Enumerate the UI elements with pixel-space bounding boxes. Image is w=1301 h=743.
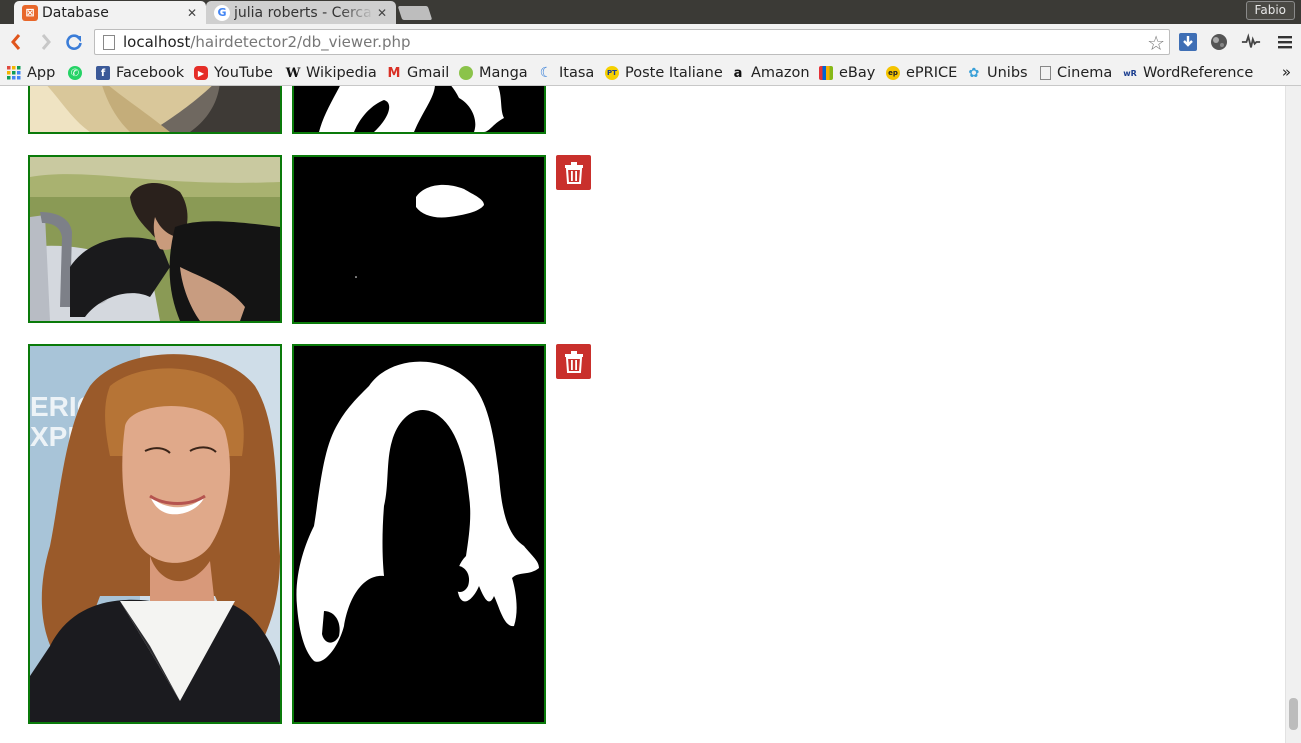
globe-extension-icon[interactable] [1209, 32, 1229, 52]
xampp-icon: ⊠ [22, 4, 38, 21]
hair-mask-thumbnail [292, 344, 546, 724]
url-text: localhost/hairdetector2/db_viewer.php [123, 33, 411, 51]
globe-icon [1211, 34, 1227, 50]
address-bar[interactable]: localhost/hairdetector2/db_viewer.php ☆ [94, 29, 1170, 55]
bookmark-label: Facebook [116, 65, 185, 81]
ebay-icon [819, 66, 833, 80]
photo-blonde-hair [30, 86, 280, 132]
bookmarks-bar: App ✆ f Facebook ▶ YouTube W Wikipedia M… [0, 60, 1301, 86]
bookmark-gmail[interactable]: M Gmail [387, 63, 450, 83]
bookmark-label: App [27, 65, 56, 81]
tab-title: Database [42, 4, 109, 21]
bookmark-whatsapp[interactable]: ✆ [68, 63, 88, 83]
photo-man-with-dog-in-car [30, 157, 280, 321]
bookmark-label: eBay [839, 65, 876, 81]
bookmark-wordreference[interactable]: wR WordReference [1123, 63, 1253, 83]
youtube-icon: ▶ [194, 66, 208, 80]
pulse-extension-icon[interactable] [1241, 32, 1261, 52]
delete-button[interactable] [556, 344, 591, 379]
whatsapp-icon: ✆ [68, 66, 82, 80]
wordreference-icon: wR [1123, 68, 1137, 78]
new-tab-button[interactable] [397, 6, 433, 20]
unibs-icon: ✿ [968, 65, 980, 81]
bookmark-label: Cinema [1057, 65, 1113, 81]
tab-title: julia roberts - Cerca con Google [234, 4, 374, 21]
bookmark-ebay[interactable]: eBay [819, 63, 875, 83]
more-bookmarks-chevron[interactable]: » [1282, 63, 1291, 81]
forward-button[interactable] [36, 32, 56, 52]
bookmark-cinema[interactable]: Cinema [1040, 63, 1112, 83]
bookmark-label: Gmail [407, 65, 450, 81]
bookmark-app[interactable]: App [7, 63, 55, 83]
bookmark-label: Unibs [987, 65, 1028, 81]
bookmark-youtube[interactable]: ▶ YouTube [194, 63, 273, 83]
bookmark-label: Amazon [751, 65, 810, 81]
scrollbar-thumb[interactable] [1289, 698, 1298, 730]
hair-mask-thumbnail [292, 155, 546, 324]
back-button[interactable] [6, 32, 26, 52]
bookmark-label: Wikipedia [306, 65, 377, 81]
bookmark-label: Itasa [559, 65, 595, 81]
download-icon [1179, 33, 1197, 51]
pulse-icon [1241, 33, 1261, 48]
bookmark-unibs[interactable]: ✿ Unibs [967, 63, 1028, 83]
forward-arrow-icon [41, 34, 51, 50]
hair-mask [294, 86, 544, 132]
vertical-scrollbar[interactable] [1285, 86, 1301, 743]
hair-mask-thumbnail [292, 86, 546, 134]
bookmark-label: Poste Italiane [625, 65, 723, 81]
download-extension-icon[interactable] [1178, 32, 1198, 52]
itasa-icon: ☾ [539, 65, 553, 81]
tab-database[interactable]: ⊠ Database ✕ [14, 1, 206, 24]
tab-google-search[interactable]: G julia roberts - Cerca con Google ✕ [206, 1, 396, 24]
facebook-icon: f [96, 66, 110, 80]
bookmark-facebook[interactable]: f Facebook [96, 63, 184, 83]
bookmark-manga[interactable]: Manga [459, 63, 528, 83]
browser-toolbar: localhost/hairdetector2/db_viewer.php ☆ [0, 24, 1301, 60]
profile-button[interactable]: Fabio [1245, 1, 1295, 20]
poste-icon: PT [605, 66, 619, 80]
page-content: ERICA XPR [0, 86, 1285, 743]
trash-icon [564, 161, 583, 184]
photo-thumbnail [28, 86, 282, 134]
bookmark-poste[interactable]: PT Poste Italiane [605, 63, 723, 83]
trash-icon [564, 350, 583, 373]
gmail-icon: M [387, 65, 401, 81]
bookmark-label: WordReference [1143, 65, 1254, 81]
bookmark-label: YouTube [214, 65, 273, 81]
bookmark-itasa[interactable]: ☾ Itasa [539, 63, 595, 83]
bookmark-amazon[interactable]: a Amazon [731, 63, 810, 83]
google-icon: G [214, 4, 230, 21]
delete-button[interactable] [556, 155, 591, 190]
close-icon[interactable]: ✕ [374, 6, 390, 20]
photo-thumbnail: ERICA XPR [28, 344, 282, 724]
apps-grid-icon [7, 66, 21, 80]
bookmark-wikipedia[interactable]: W Wikipedia [286, 63, 377, 83]
wikipedia-icon: W [285, 65, 301, 81]
manga-icon [459, 66, 473, 80]
photo-thumbnail [28, 155, 282, 323]
reload-icon [66, 34, 82, 50]
page-icon [103, 34, 115, 50]
hair-mask [294, 346, 544, 722]
back-arrow-icon [11, 34, 21, 50]
tab-strip: ⊠ Database ✕ G julia roberts - Cerca con… [0, 0, 1301, 24]
bookmark-eprice[interactable]: ep ePRICE [886, 63, 957, 83]
bookmark-star-icon[interactable]: ☆ [1147, 31, 1165, 55]
eprice-icon: ep [886, 66, 900, 80]
hamburger-menu-icon [1278, 36, 1292, 49]
menu-button[interactable] [1275, 32, 1295, 52]
amazon-icon: a [733, 65, 743, 81]
bookmark-label: Manga [479, 65, 528, 81]
close-icon[interactable]: ✕ [184, 6, 200, 20]
photo-julia-roberts: ERICA XPR [30, 346, 280, 722]
reload-button[interactable] [64, 32, 84, 52]
page-icon [1040, 66, 1051, 80]
hair-mask [294, 157, 544, 322]
bookmark-label: ePRICE [906, 65, 958, 81]
